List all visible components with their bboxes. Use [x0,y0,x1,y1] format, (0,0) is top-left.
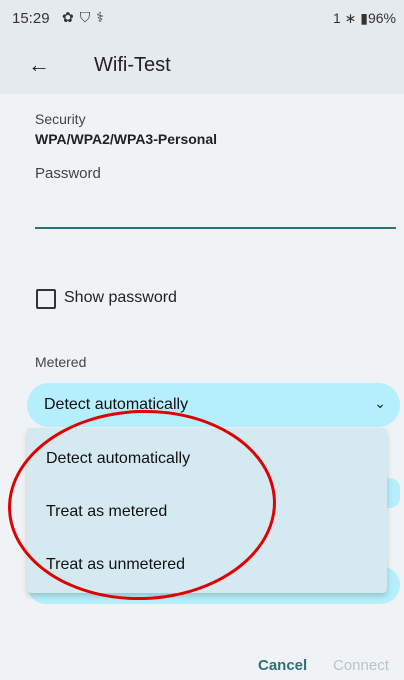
status-time: 15:29 [12,10,50,27]
back-arrow-icon[interactable]: ← [28,52,50,78]
page-title: Wifi-Test [94,54,171,76]
status-bar: 15:29 ✿⛉⚕ 1 ∗ ▮96% [0,0,404,38]
show-password-label[interactable]: Show password [64,289,177,307]
usb-debug-icon: ⚕ [96,9,110,25]
connect-button[interactable]: Connect [333,657,389,674]
metered-label: Metered [35,354,87,370]
settings-icon: ✿ [62,9,80,25]
password-field[interactable] [35,195,396,225]
status-right: 1 ∗ ▮96% [332,10,396,26]
dialog-footer: Cancel Connect [0,640,404,680]
password-underline [35,227,396,229]
vpn-shield-icon: ⛉ [79,9,97,25]
chevron-down-icon: ⌄ [374,395,386,411]
status-left-icons: ✿⛉⚕ [62,9,110,26]
security-label: Security [35,111,86,127]
security-value: WPA/WPA2/WPA3-Personal [35,131,218,147]
password-label: Password [35,165,101,182]
app-bar: ← Wifi-Test [0,38,404,94]
cancel-button[interactable]: Cancel [258,657,307,674]
show-password-checkbox[interactable] [36,289,56,309]
